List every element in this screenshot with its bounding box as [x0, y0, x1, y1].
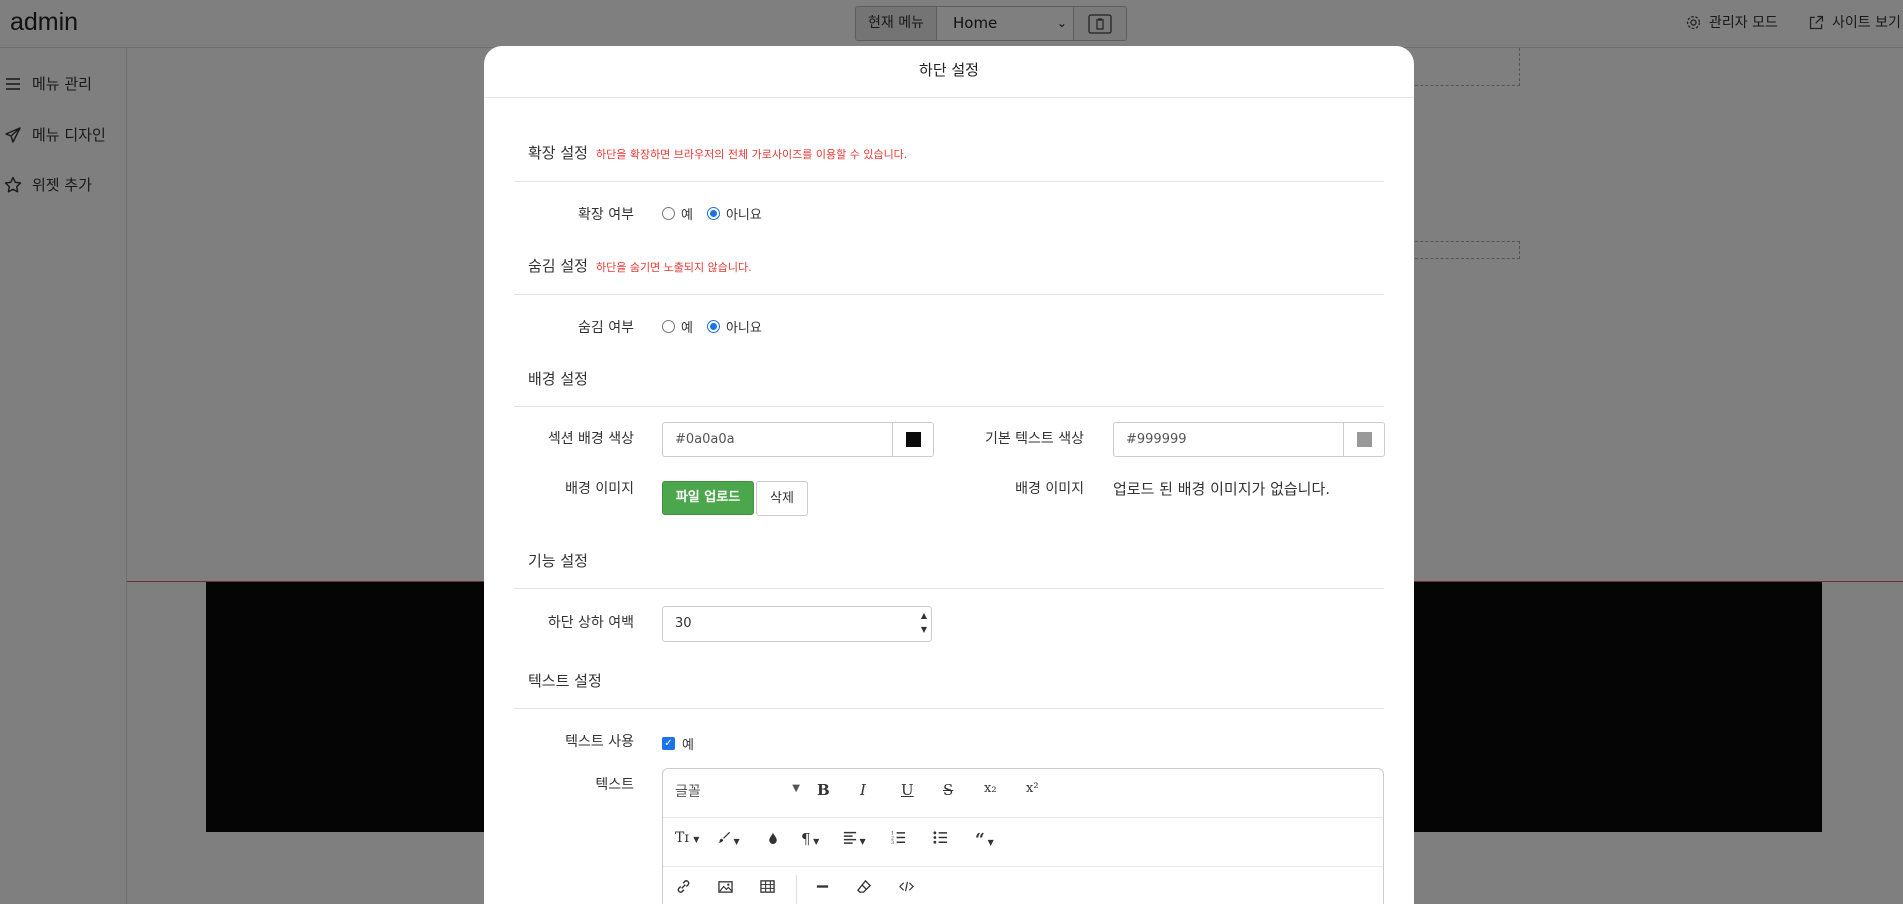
- blockquote-icon[interactable]: “ ▼: [975, 830, 994, 850]
- color-swatch: [1356, 432, 1372, 447]
- divider: [514, 406, 1384, 407]
- hide-no-option[interactable]: 아니요: [706, 317, 762, 336]
- subscript-icon[interactable]: x₂: [984, 781, 997, 796]
- text-use-checkbox[interactable]: ✓ 예: [662, 734, 694, 753]
- expand-yes-option[interactable]: 예: [662, 204, 693, 223]
- expand-no-label: 아니요: [725, 208, 762, 223]
- delete-image-button[interactable]: 삭제: [756, 481, 808, 516]
- italic-icon[interactable]: I: [860, 781, 866, 799]
- editor-toolbar-row: Tɪ ▼ ▼ ¶ ▼ ▼ 123 “ ▼: [663, 818, 1383, 867]
- background-section-title: 배경 설정: [528, 370, 588, 388]
- divider: [514, 181, 1384, 182]
- font-family-select[interactable]: 글꼴 ▼: [675, 781, 800, 801]
- expand-no-option[interactable]: 아니요: [706, 204, 762, 223]
- hide-radio-group: 예 아니요: [662, 317, 776, 336]
- hide-no-label: 아니요: [725, 321, 762, 336]
- expand-note: 하단을 확장하면 브라우저의 전체 가로사이즈를 이용할 수 있습니다.: [595, 148, 908, 161]
- expand-section-title: 확장 설정 하단을 확장하면 브라우저의 전체 가로사이즈를 이용할 수 있습니다…: [528, 142, 907, 163]
- no-image-text: 업로드 된 배경 이미지가 없습니다.: [1113, 480, 1331, 498]
- color-swatch: [905, 432, 921, 447]
- text-use-option-label: 예: [682, 738, 694, 753]
- hide-no-radio[interactable]: [706, 320, 720, 333]
- hide-note: 하단을 숨기면 노출되지 않습니다.: [595, 261, 752, 274]
- number-spinner[interactable]: ▲ ▼: [921, 609, 927, 637]
- font-size-icon[interactable]: Tɪ ▼: [675, 830, 699, 846]
- expand-no-radio[interactable]: [706, 207, 720, 220]
- padding-number-input[interactable]: 30 ▲ ▼: [662, 606, 932, 642]
- ordered-list-icon[interactable]: 123: [891, 830, 906, 849]
- toolbar-separator: [796, 875, 797, 904]
- hide-title: 숨김 설정: [528, 257, 588, 275]
- text-color-label: 기본 텍스트 색상: [984, 431, 1084, 447]
- unordered-list-icon[interactable]: [933, 830, 948, 849]
- font-family-placeholder: 글꼴: [675, 784, 701, 800]
- text-color-value[interactable]: #999999: [1114, 423, 1344, 456]
- table-icon[interactable]: [760, 879, 775, 898]
- svg-text:3: 3: [891, 840, 894, 845]
- footer-settings-modal: 하단 설정 확장 설정 하단을 확장하면 브라우저의 전체 가로사이즈를 이용할 …: [484, 46, 1414, 904]
- editor-toolbar-row: 글꼴 ▼ B I U S x₂ x²: [663, 769, 1383, 818]
- section-bg-color-label: 섹션 배경 색상: [547, 431, 634, 447]
- divider: [514, 588, 1384, 589]
- text-section-title: 텍스트 설정: [528, 672, 602, 690]
- bg-image-label-right: 배경 이미지: [1015, 481, 1084, 497]
- paragraph-icon[interactable]: ¶ ▼: [801, 830, 819, 848]
- text-label: 텍스트: [595, 777, 634, 793]
- hide-field-label: 숨김 여부: [578, 320, 634, 336]
- ink-drop-icon[interactable]: [767, 830, 779, 848]
- section-bg-color-swatch-button[interactable]: [893, 423, 933, 456]
- horizontal-rule-icon[interactable]: [815, 879, 830, 898]
- align-icon[interactable]: ▼: [843, 830, 866, 848]
- text-color-swatch-button[interactable]: [1344, 423, 1384, 456]
- expand-title: 확장 설정: [528, 144, 588, 162]
- spinner-up-icon[interactable]: ▲: [921, 609, 927, 623]
- caret-down-icon: ▼: [792, 783, 800, 794]
- hide-section-title: 숨김 설정 하단을 숨기면 노출되지 않습니다.: [528, 255, 752, 276]
- bold-icon[interactable]: B: [817, 781, 830, 799]
- expand-yes-label: 예: [681, 208, 693, 223]
- brush-color-icon[interactable]: ▼: [717, 830, 740, 848]
- hide-yes-radio[interactable]: [662, 320, 675, 333]
- section-bg-color-value[interactable]: #0a0a0a: [663, 423, 893, 456]
- function-section-title: 기능 설정: [528, 552, 588, 570]
- eraser-icon[interactable]: [857, 879, 872, 898]
- expand-field-label: 확장 여부: [578, 207, 634, 223]
- code-view-icon[interactable]: [899, 879, 914, 898]
- checkbox-checked-icon[interactable]: ✓: [662, 737, 675, 750]
- divider: [514, 708, 1384, 709]
- padding-label: 하단 상하 여백: [547, 615, 634, 631]
- strikethrough-icon[interactable]: S: [943, 781, 953, 799]
- hide-yes-option[interactable]: 예: [662, 317, 693, 336]
- underline-icon[interactable]: U: [901, 781, 914, 799]
- modal-title: 하단 설정: [484, 46, 1414, 98]
- file-upload-button[interactable]: 파일 업로드: [662, 481, 754, 515]
- image-icon[interactable]: [718, 879, 733, 898]
- editor-toolbar-row: [663, 867, 1383, 904]
- link-icon[interactable]: [676, 879, 691, 898]
- expand-radio-group: 예 아니요: [662, 204, 776, 223]
- spinner-down-icon[interactable]: ▼: [921, 623, 927, 637]
- text-use-label: 텍스트 사용: [565, 734, 634, 750]
- section-bg-color-input[interactable]: #0a0a0a: [662, 422, 934, 457]
- hide-yes-label: 예: [681, 321, 693, 336]
- bg-image-label: 배경 이미지: [565, 481, 634, 497]
- padding-value: 30: [675, 616, 692, 631]
- superscript-icon[interactable]: x²: [1026, 781, 1039, 796]
- text-color-input[interactable]: #999999: [1113, 422, 1385, 457]
- rich-text-editor: 글꼴 ▼ B I U S x₂ x² Tɪ ▼ ▼ ¶ ▼ ▼ 123 “ ▼: [662, 768, 1384, 904]
- divider: [514, 294, 1384, 295]
- expand-yes-radio[interactable]: [662, 207, 675, 220]
